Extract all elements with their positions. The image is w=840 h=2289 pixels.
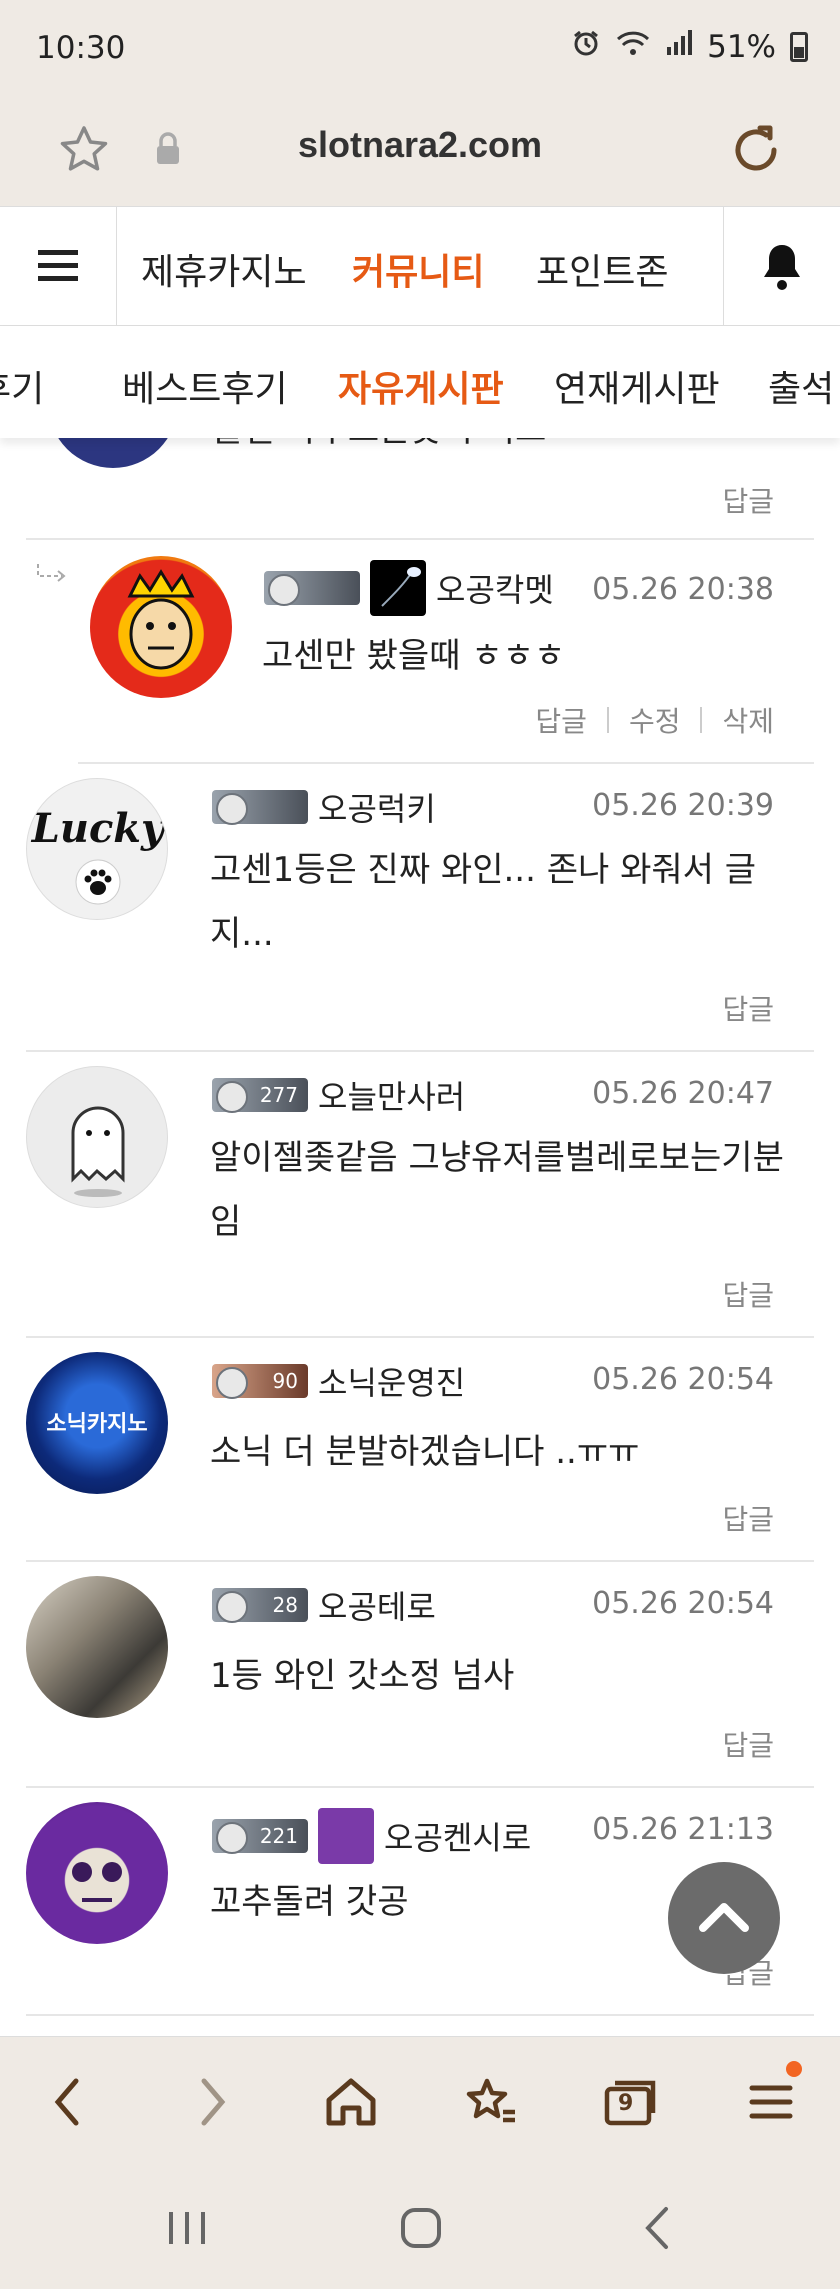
comment-item: 28 오공테로 05.26 20:54 1등 와인 갓소정 넘사 답글 [26,1562,814,1788]
alarm-icon [571,28,601,66]
reply-button[interactable]: 답글 [535,700,587,740]
comment-time: 05.26 20:38 [592,572,774,607]
refresh-icon[interactable] [726,120,786,184]
battery-icon [790,32,808,62]
level-badge: 221 [212,1819,308,1854]
back-icon[interactable] [32,2067,102,2137]
comment-partial: 출필 자주오는곳이 최고 답글 [26,368,814,540]
tab-free-board[interactable]: 자유게시판 [338,360,504,412]
comment-nick[interactable]: 오공켄시로 [384,1813,531,1859]
url-text[interactable]: slotnara2.com [0,124,840,166]
avatar-lucky-text: Lucky [31,805,165,852]
divider [700,707,703,733]
level-badge: 277 [212,1078,308,1113]
comment-nick[interactable]: 오공럭키 [318,784,436,830]
delete-button[interactable]: 삭제 [722,700,774,740]
level-badge: 90 [212,1364,308,1399]
site-nav: 제휴카지노 커뮤니티 포인트존 [0,206,840,326]
tab-best-review[interactable]: 베스트후기 [122,360,288,412]
comment-item: Lucky 오공럭키 05.26 20:39 고센1등은 진짜 와인... 존나… [26,764,814,1052]
level-badge [212,790,308,825]
sub-tabs: 후기 베스트후기 자유게시판 연재게시판 출석 [0,326,840,438]
browser-toolbar: 9 [0,2036,840,2168]
emblem-icon [318,1808,374,1864]
divider [606,707,609,733]
comment-text: 1등 와인 갓소정 넘사 [210,1656,515,1696]
avatar [90,556,232,698]
wifi-icon [615,28,651,66]
comment-time: 05.26 20:54 [592,1586,774,1621]
reply-button[interactable]: 답글 [722,1724,774,1764]
signal-icon [665,29,693,65]
menu-icon[interactable] [736,2061,806,2137]
comment-time: 05.26 20:47 [592,1076,774,1111]
reply-button[interactable]: 답글 [722,1274,774,1314]
nav-point-zone[interactable]: 포인트존 [536,243,668,295]
comment-nick[interactable]: 오공칵멧 [436,565,554,611]
tab-review[interactable]: 후기 [0,360,44,412]
forward-icon[interactable] [178,2067,248,2137]
tab-count: 9 [618,2091,634,2116]
comment-nick[interactable]: 오공테로 [318,1582,436,1628]
comment-time: 05.26 20:54 [592,1362,774,1397]
comment-item: 277 오늘만사러 05.26 20:47 알이젤좆같음 그냥유저를벌레로보는기… [26,1052,814,1338]
status-bar: 10:30 51% [0,0,840,100]
avatar [26,1576,168,1718]
comment-nick[interactable]: 소닉운영진 [318,1358,465,1404]
hamburger-icon[interactable] [0,207,117,325]
avatar [26,1802,168,1944]
comment-time: 05.26 20:39 [592,788,774,823]
comment-item: 오공칵멧 05.26 20:38 고센만 봤을때 ㅎㅎㅎ 답글 수정 삭제 [37,540,814,764]
reply-arrow-icon [36,562,68,590]
tab-serial-board[interactable]: 연재게시판 [554,360,720,412]
nav-community[interactable]: 커뮤니티 [352,243,484,295]
comment-time: 05.26 21:13 [592,1812,774,1847]
comment-text: 꼬추돌려 갓공 [210,1882,409,1922]
tab-attendance[interactable]: 출석 [768,360,834,412]
avatar [26,1066,168,1208]
avatar: 소닉카지노 [26,1352,168,1494]
paw-icon [75,859,121,909]
avatar-sonic-text: 소닉카지노 [46,1412,148,1437]
reply-button[interactable]: 답글 [722,1498,774,1538]
comment-text: 고센1등은 진짜 와인... 존나 와줘서 글지... [210,850,757,954]
tabs-icon[interactable]: 9 [596,2067,666,2137]
home-icon[interactable] [316,2067,386,2137]
avatar: Lucky [26,778,168,920]
home-button-icon[interactable] [386,2198,456,2258]
scroll-to-top-button[interactable] [668,1862,780,1974]
bookmarks-icon[interactable] [456,2067,526,2137]
comment-item: 소닉카지노 90 소닉운영진 05.26 20:54 소닉 더 분발하겠습니다 … [26,1338,814,1562]
bell-icon[interactable] [723,207,840,325]
notification-dot [786,2061,802,2077]
comment-nick[interactable]: 오늘만사러 [318,1072,465,1118]
recent-apps-icon[interactable] [152,2198,222,2258]
nav-partner-casino[interactable]: 제휴카지노 [141,243,307,295]
comment-text: 소닉 더 분발하겠습니다 ..ㅠㅠ [210,1432,640,1472]
battery-level: 51% [707,29,776,65]
system-nav-bar [0,2168,840,2289]
level-badge: 28 [212,1588,308,1623]
system-back-icon[interactable] [622,2198,692,2258]
comment-text: 고센만 봤을때 ㅎㅎㅎ [262,636,566,676]
emblem-icon [370,560,426,616]
comment-text: 알이젤좆같음 그냥유저를벌레로보는기분임 [210,1138,784,1242]
browser-url-bar: slotnara2.com [0,100,840,206]
reply-button[interactable]: 답글 [722,988,774,1028]
chevron-up-icon [698,1899,750,1937]
edit-button[interactable]: 수정 [629,700,681,740]
reply-button[interactable]: 답글 [722,480,774,520]
level-badge [264,571,360,606]
